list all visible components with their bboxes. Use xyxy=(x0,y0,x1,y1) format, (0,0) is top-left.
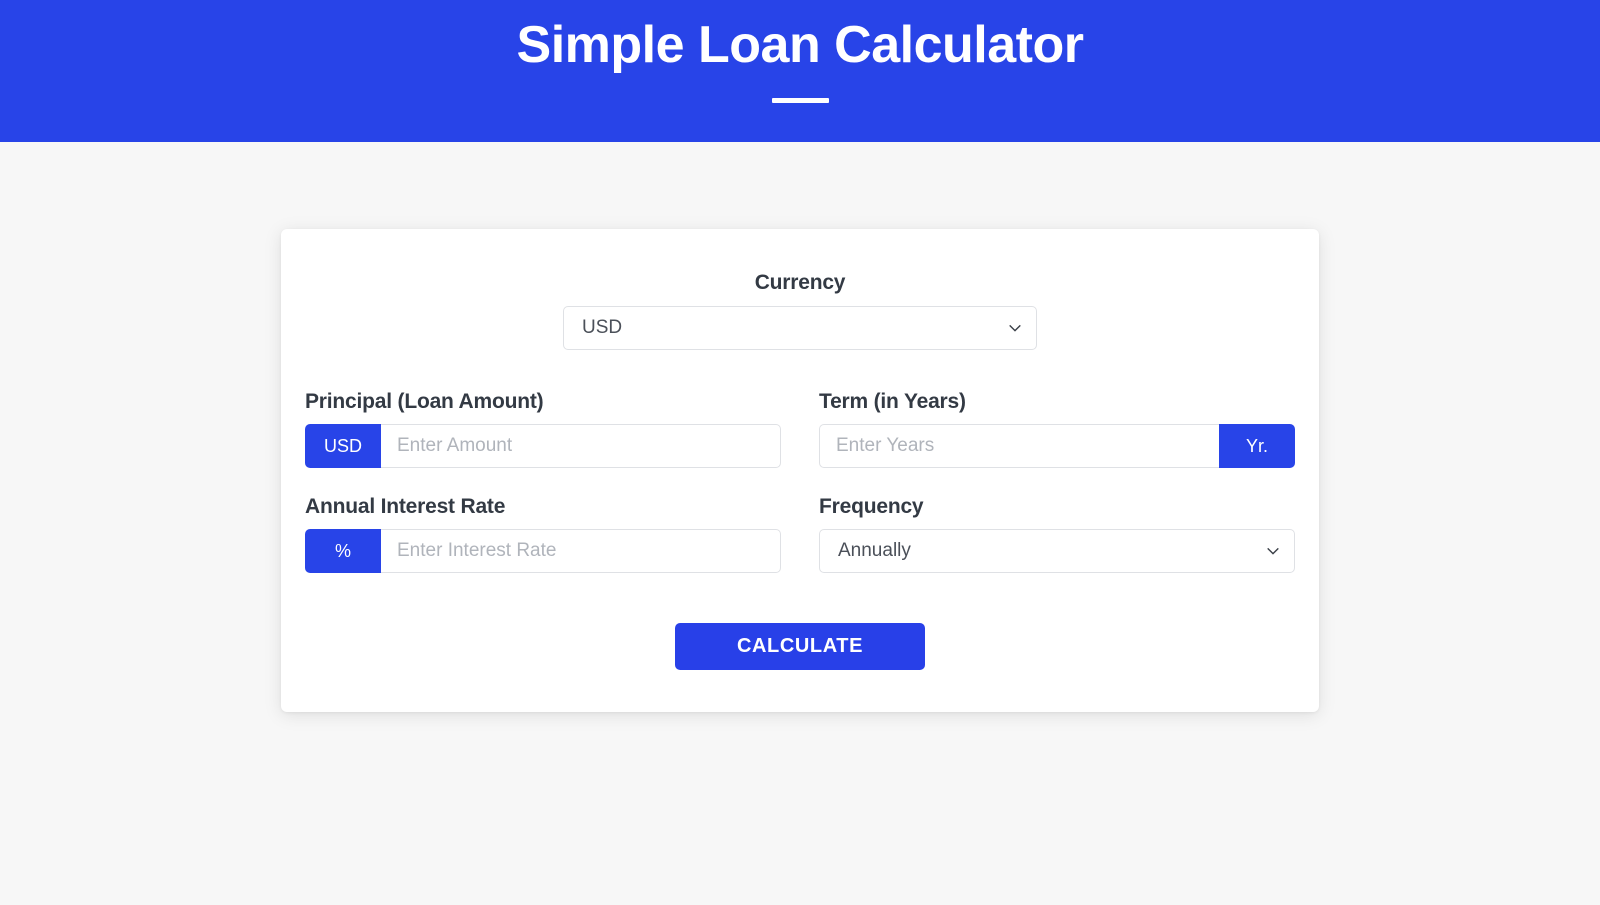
frequency-select-wrapper[interactable]: Annually xyxy=(819,529,1295,573)
principal-field: Principal (Loan Amount) USD xyxy=(305,390,781,468)
currency-field: Currency USD xyxy=(305,271,1295,350)
frequency-label: Frequency xyxy=(819,495,924,518)
term-input[interactable] xyxy=(819,424,1219,468)
page-header: Simple Loan Calculator xyxy=(0,0,1600,142)
page-title: Simple Loan Calculator xyxy=(516,16,1084,74)
interest-rate-input[interactable] xyxy=(381,529,781,573)
title-underline-divider xyxy=(771,98,829,104)
currency-select[interactable]: USD xyxy=(563,306,1037,350)
term-input-group: Yr. xyxy=(819,424,1295,468)
calculate-button[interactable]: CALCULATE xyxy=(675,623,925,670)
fields-grid: Principal (Loan Amount) USD Term (in Yea… xyxy=(305,390,1295,573)
currency-select-wrapper[interactable]: USD xyxy=(563,306,1037,350)
percent-addon: % xyxy=(305,529,381,573)
term-unit-addon: Yr. xyxy=(1219,424,1295,468)
loan-calculator-card: Currency USD Principal (Loan Amount) USD xyxy=(281,229,1319,712)
submit-row: CALCULATE xyxy=(305,623,1295,670)
principal-currency-addon: USD xyxy=(305,424,381,468)
term-field: Term (in Years) Yr. xyxy=(819,390,1295,468)
interest-rate-input-group: % xyxy=(305,529,781,573)
frequency-field: Frequency Annually xyxy=(819,495,1295,573)
currency-label: Currency xyxy=(754,271,846,294)
principal-label: Principal (Loan Amount) xyxy=(305,390,544,413)
frequency-select[interactable]: Annually xyxy=(819,529,1295,573)
interest-rate-field: Annual Interest Rate % xyxy=(305,495,781,573)
principal-input[interactable] xyxy=(381,424,781,468)
principal-input-group: USD xyxy=(305,424,781,468)
page-body: Currency USD Principal (Loan Amount) USD xyxy=(0,142,1600,712)
term-label: Term (in Years) xyxy=(819,390,966,413)
interest-rate-label: Annual Interest Rate xyxy=(305,495,506,518)
